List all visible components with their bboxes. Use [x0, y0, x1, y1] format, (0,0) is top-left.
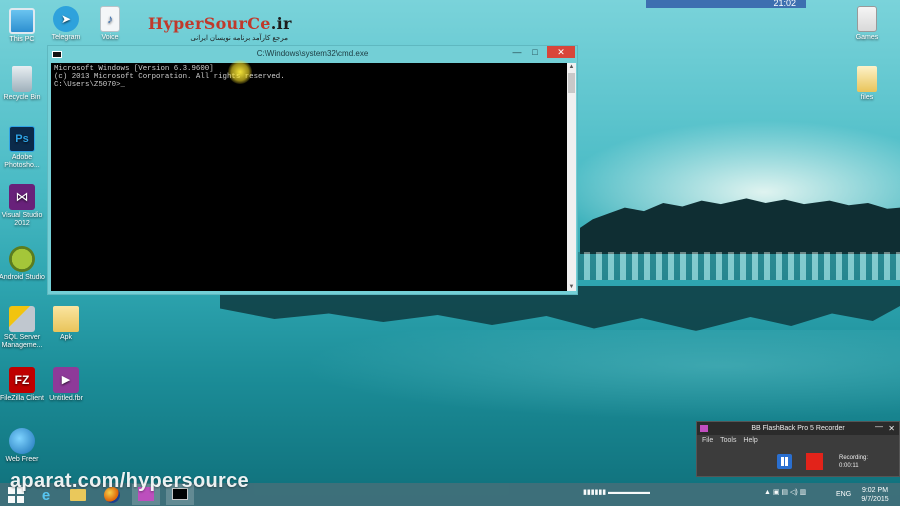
recording-label: Recording:	[839, 455, 869, 461]
scroll-down-icon[interactable]: ▼	[567, 283, 576, 291]
stop-button[interactable]	[806, 453, 823, 470]
desktop-icon-android-studio[interactable]: Android Studio	[0, 246, 46, 282]
computer-icon	[9, 8, 35, 34]
recorder-minimize-button[interactable]: —	[875, 420, 883, 433]
desktop-icon-label: Visual Studio 2012	[1, 212, 43, 227]
desktop-icon-label: Web Freer	[5, 456, 39, 463]
menu-help[interactable]: Help	[743, 437, 757, 444]
recorder-menu: File Tools Help	[702, 437, 763, 444]
console-prompt-line: C:\Users\Z5070>_	[54, 81, 125, 89]
banner-tagline: مرجع کارآمد برنامه نویسان ایرانی	[190, 35, 288, 42]
recorder-close-button[interactable]: ✕	[888, 422, 895, 435]
system-clock[interactable]: 9:02 PM 9/7/2015	[855, 486, 895, 504]
desktop-icon-untitled-fbr[interactable]: ▶ Untitled.fbr	[42, 367, 90, 403]
cmd-window[interactable]: C:\Windows\system32\cmd.exe — □ ✕ Micros…	[47, 45, 578, 295]
desktop-icon-label: Adobe Photosho...	[4, 154, 40, 169]
desktop-icon-label: Untitled.fbr	[49, 395, 83, 402]
filezilla-icon: FZ	[9, 367, 35, 393]
desktop-icon-visual-studio[interactable]: ⋈ Visual Studio 2012	[0, 184, 46, 228]
console-output[interactable]: Microsoft Windows [Version 6.3.9600] (c) …	[51, 63, 567, 291]
desktop-icon-filezilla[interactable]: FZ FileZilla Client	[0, 367, 46, 403]
telegram-icon: ➤	[53, 6, 79, 32]
desktop-icon-label: Telegram	[51, 34, 81, 41]
desktop-icon-apk-folder[interactable]: Apk	[42, 306, 90, 342]
tray-notification-icons[interactable]: ▲ ▣ ▤ ◁) ▥	[764, 488, 806, 496]
recorder-titlebar[interactable]: BB FlashBack Pro 5 Recorder — ✕	[697, 422, 899, 435]
cmd-title: C:\Windows\system32\cmd.exe	[256, 49, 369, 58]
mouse-cursor-highlight	[228, 60, 252, 84]
recording-time: 0:00:11	[839, 463, 859, 469]
visual-studio-icon: ⋈	[9, 184, 35, 210]
audio-file-icon: ♪	[100, 6, 120, 32]
menu-file[interactable]: File	[702, 437, 713, 444]
desktop-icon-label: Voice	[101, 34, 119, 41]
menu-tools[interactable]: Tools	[720, 437, 736, 444]
pause-button[interactable]	[777, 454, 792, 469]
desktop-icon-label: Apk	[59, 334, 73, 341]
desktop-icon-recycle-bin[interactable]: Recycle Bin	[0, 66, 46, 102]
flashback-app-icon	[700, 425, 708, 432]
banner-brand-tld: .ir	[270, 14, 292, 33]
banner-brand-main: HyperSourCe	[148, 14, 271, 33]
desktop-icon-label: files	[860, 94, 874, 101]
language-indicator[interactable]: ENG	[836, 491, 851, 498]
desktop-icon-web-freer[interactable]: Web Freer	[0, 428, 46, 464]
banner-brand: HyperSourCe.ir	[148, 14, 291, 33]
desktop-icon-photoshop[interactable]: Ps Adobe Photosho...	[0, 126, 46, 170]
desktop-icon-games[interactable]: Games	[843, 6, 891, 42]
desktop-icon-label: Recycle Bin	[3, 94, 41, 101]
recording-status: Recording: 0:00:11	[839, 454, 868, 470]
flashback-file-icon: ▶	[53, 367, 79, 393]
desktop-icon-sql-server[interactable]: SQL Server Manageme...	[0, 306, 46, 350]
recorder-title: BB FlashBack Pro 5 Recorder	[751, 425, 845, 432]
android-studio-icon	[9, 246, 35, 272]
cmd-titlebar[interactable]: C:\Windows\system32\cmd.exe — □ ✕	[48, 46, 577, 63]
desktop-icon-telegram[interactable]: ➤ Telegram	[42, 6, 90, 42]
scroll-thumb[interactable]	[568, 73, 575, 93]
folder-icon	[857, 66, 877, 92]
games-file-icon	[857, 6, 877, 32]
minimize-button[interactable]: —	[509, 46, 525, 58]
icy-shore	[560, 252, 900, 280]
globe-icon	[9, 428, 35, 454]
desktop-icon-label: Games	[855, 34, 879, 41]
hypersource-banner: HyperSourCe.ir مرجع کارآمد برنامه نویسان…	[148, 14, 291, 44]
folder-icon	[53, 306, 79, 332]
clock-date: 9/7/2015	[861, 496, 889, 503]
desktop-icon-voice[interactable]: ♪ Voice	[86, 6, 134, 42]
desktop-icon-label: FileZilla Client	[0, 395, 44, 402]
top-clock-strip: 21:02	[646, 0, 806, 8]
close-button[interactable]: ✕	[547, 46, 575, 58]
desktop-icon-files[interactable]: files	[843, 66, 891, 102]
desktop-icon-label: SQL Server Manageme...	[1, 334, 43, 349]
tray-quick-icons[interactable]: ▮▮▮▮▮▮ ▬▬▬▬▬▬	[583, 488, 650, 496]
maximize-button[interactable]: □	[527, 46, 543, 58]
aparat-watermark: aparat.com/hypersource	[10, 470, 249, 492]
desktop-icon-this-pc[interactable]: This PC	[0, 8, 46, 44]
console-line: Microsoft Windows [Version 6.3.9600]	[54, 65, 214, 73]
desktop-icon-label: This PC	[9, 36, 35, 43]
photoshop-icon: Ps	[9, 126, 35, 152]
vertical-scrollbar[interactable]: ▲ ▼	[567, 63, 576, 291]
recorder-window[interactable]: BB FlashBack Pro 5 Recorder — ✕ File Too…	[696, 421, 900, 477]
sql-server-icon	[9, 306, 35, 332]
scroll-up-icon[interactable]: ▲	[567, 63, 576, 71]
recycle-bin-icon	[12, 66, 32, 92]
clock-time: 9:02 PM	[861, 487, 889, 494]
water-sheen	[300, 330, 900, 420]
desktop-icon-label: Android Studio	[0, 274, 45, 281]
console-line: (c) 2013 Microsoft Corporation. All righ…	[54, 73, 285, 81]
